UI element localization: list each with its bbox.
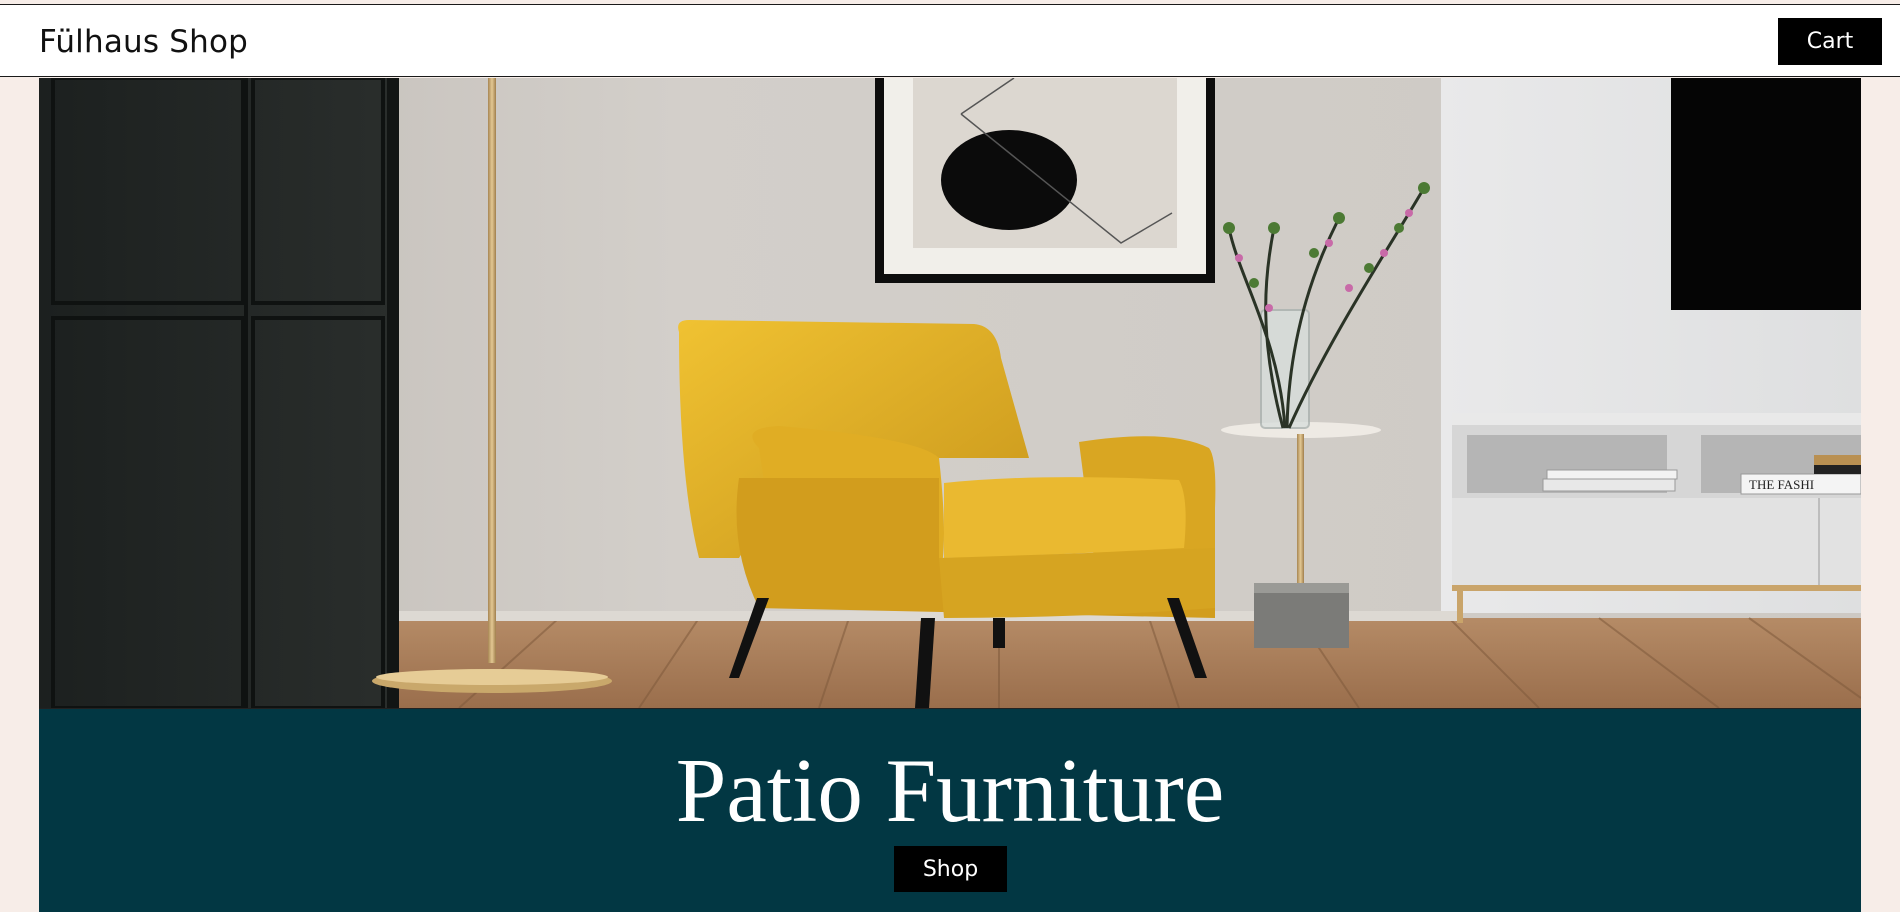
brand-logo-text[interactable]: Fülhaus Shop xyxy=(39,24,248,60)
shop-button[interactable]: Shop xyxy=(894,846,1007,892)
site-header: Fülhaus Shop Cart xyxy=(0,4,1900,77)
hero-image: THE FASHI xyxy=(39,78,1861,708)
category-banner: Patio Furniture Shop xyxy=(39,708,1861,912)
cart-button[interactable]: Cart xyxy=(1778,18,1882,65)
book-spine-text: THE FASHI xyxy=(1749,477,1814,492)
banner-title: Patio Furniture xyxy=(675,740,1225,841)
